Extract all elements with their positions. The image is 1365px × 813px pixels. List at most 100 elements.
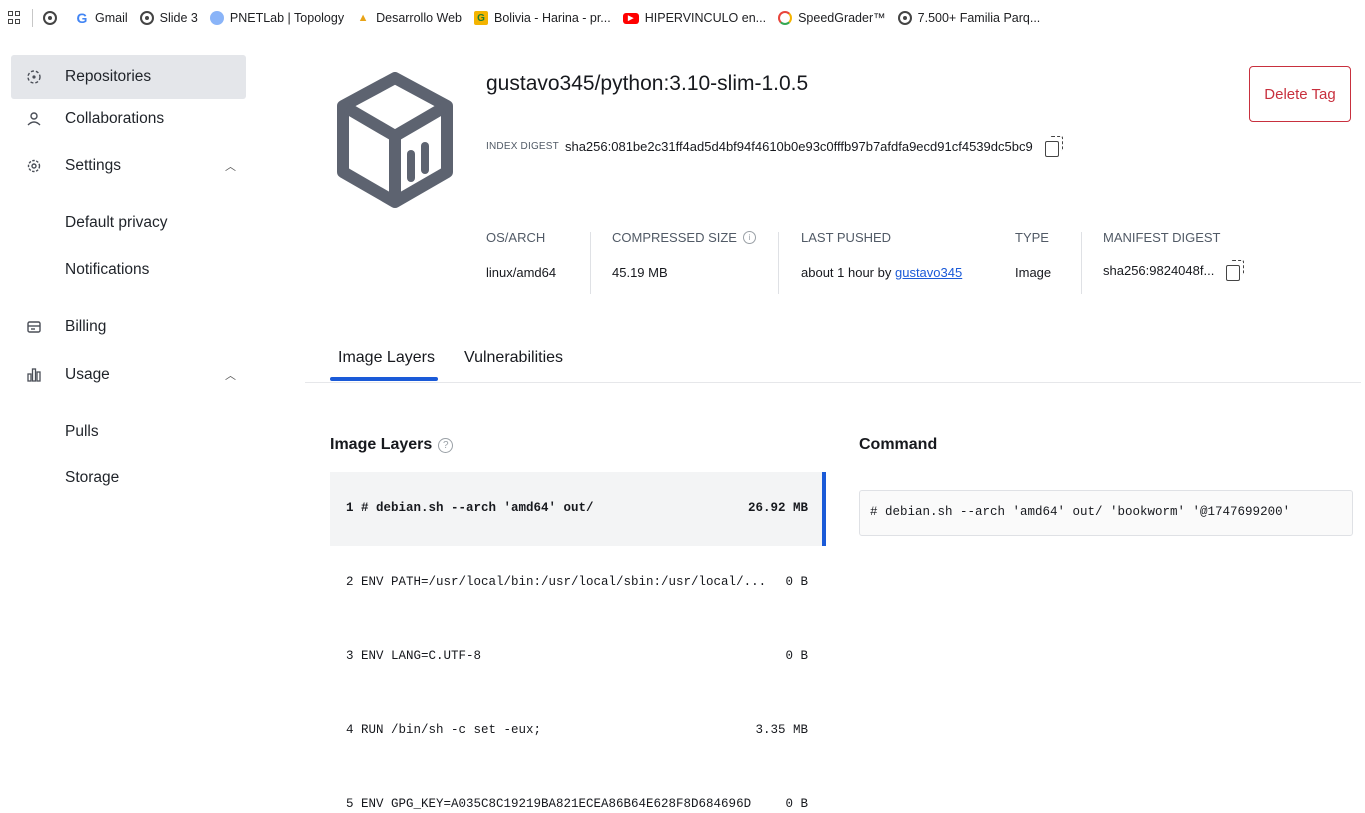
index-digest: INDEX DIGEST sha256:081be2c31ff4ad5d4bf9… — [486, 136, 1063, 157]
layer-row[interactable]: 3 ENV LANG=C.UTF-8 0 B — [330, 620, 822, 694]
layer-command: 4 RUN /bin/sh -c set -eux; — [346, 723, 542, 737]
bookmark-label: PNETLab | Topology — [229, 11, 345, 25]
youtube-icon: ▶ — [622, 12, 639, 24]
help-icon[interactable]: ? — [438, 438, 454, 453]
bookmark-label: 7.500+ Familia Parq... — [917, 11, 1041, 25]
sidebar-item-label: Billing — [65, 318, 107, 335]
os-arch-label: OS/ARCH — [486, 230, 546, 245]
selected-layer-indicator — [822, 472, 826, 546]
manifest-digest-label: MANIFEST DIGEST — [1103, 230, 1221, 245]
meta-divider — [1081, 232, 1082, 294]
pma-icon: ▲ — [357, 12, 369, 24]
tab-vulnerabilities[interactable]: Vulnerabilities — [464, 349, 563, 367]
page-title: gustavo345/python:3.10-slim-1.0.5 — [486, 72, 809, 95]
bookmark-label: Gmail — [95, 11, 128, 25]
bookmark-label: Desarrollo Web — [376, 11, 463, 25]
chevron-up-icon[interactable]: ︿ — [225, 158, 236, 174]
sidebar-item-usage[interactable]: Usage ︿ — [11, 353, 246, 397]
sidebar-item-label: Collaborations — [65, 110, 165, 127]
bookmark-bolivia[interactable]: G Bolivia - Harina - pr... — [474, 11, 611, 25]
layer-row[interactable]: 1 # debian.sh --arch 'amd64' out/ 26.92 … — [330, 472, 822, 546]
sidebar-item-label: Settings — [65, 157, 122, 174]
sidebar-item-storage[interactable]: Storage — [11, 456, 246, 500]
chevron-up-icon[interactable]: ︿ — [225, 367, 236, 383]
meta-divider — [778, 232, 779, 294]
copy-icon[interactable] — [1226, 260, 1245, 281]
index-digest-value: sha256:081be2c31ff4ad5d4bf94f4610b0e93c0… — [564, 138, 1033, 154]
last-pushed-prefix: about 1 hour by — [801, 265, 892, 280]
layer-size: 26.92 MB — [747, 501, 808, 515]
tabs-divider — [305, 382, 1361, 383]
bookmark-desarrollo-web[interactable]: ▲ Desarrollo Web — [356, 11, 462, 25]
sidebar-item-label: Default privacy — [65, 214, 168, 231]
index-digest-label: INDEX DIGEST — [486, 140, 559, 152]
bookmark-label: HIPERVINCULO en... — [644, 11, 767, 25]
bookmark-hipervinculo[interactable]: ▶ HIPERVINCULO en... — [622, 11, 767, 25]
image-cube-icon — [335, 72, 455, 212]
layer-size: 3.35 MB — [755, 723, 808, 737]
layer-command: 2 ENV PATH=/usr/local/bin:/usr/local/sbi… — [346, 575, 767, 589]
bookmarks-divider — [32, 9, 33, 27]
last-pushed-label: LAST PUSHED — [801, 230, 892, 245]
sidebar-item-label: Usage — [65, 366, 110, 383]
bookmark-globe[interactable] — [43, 11, 63, 25]
globe-icon — [43, 11, 57, 25]
sidebar-item-label: Storage — [65, 469, 120, 486]
tab-image-layers[interactable]: Image Layers — [338, 349, 435, 367]
info-icon[interactable]: i — [742, 231, 756, 244]
image-layers-heading: Image Layers? — [330, 436, 454, 454]
compressed-size-value: 45.19 MB — [612, 265, 668, 280]
bookmark-label: SpeedGrader™ — [798, 11, 886, 25]
meta-divider — [590, 232, 591, 294]
type-label: TYPE — [1015, 230, 1049, 245]
sidebar-item-label: Repositories — [65, 68, 152, 85]
sidebar-item-label: Notifications — [65, 261, 150, 278]
billing-icon — [25, 318, 43, 336]
layer-command: 5 ENV GPG_KEY=A035C8C19219BA821ECEA86B64… — [346, 797, 752, 811]
usage-icon — [25, 366, 43, 384]
sidebar-item-pulls[interactable]: Pulls — [11, 410, 246, 454]
layer-command: 3 ENV LANG=C.UTF-8 — [346, 649, 482, 663]
layer-row[interactable]: 2 ENV PATH=/usr/local/bin:/usr/local/sbi… — [330, 546, 822, 620]
sidebar-item-default-privacy[interactable]: Default privacy — [11, 201, 246, 245]
sidebar-item-label: Pulls — [65, 423, 99, 440]
pnetlab-icon — [209, 11, 224, 25]
bookmark-label: Bolivia - Harina - pr... — [494, 11, 611, 25]
type-value: Image — [1015, 265, 1052, 280]
last-pushed-user-link[interactable]: gustavo345 — [895, 265, 962, 280]
google-sheets-icon: G — [474, 11, 489, 25]
bookmark-pnetlab[interactable]: PNETLab | Topology — [209, 11, 345, 25]
manifest-digest-text: sha256:9824048f... — [1103, 262, 1215, 278]
globe-icon — [139, 11, 154, 25]
bookmark-familia[interactable]: 7.500+ Familia Parq... — [897, 11, 1041, 25]
repositories-icon — [25, 68, 43, 86]
sidebar-item-notifications[interactable]: Notifications — [11, 248, 246, 292]
manifest-digest-value: sha256:9824048f... — [1103, 260, 1245, 281]
sidebar-item-billing[interactable]: Billing — [11, 305, 246, 349]
globe-icon — [897, 11, 912, 25]
gear-icon — [25, 157, 43, 175]
command-text[interactable]: # debian.sh --arch 'amd64' out/ 'bookwor… — [859, 490, 1353, 536]
delete-tag-button[interactable]: Delete Tag — [1249, 66, 1351, 122]
copy-icon[interactable] — [1044, 136, 1063, 157]
collaborations-icon — [25, 110, 43, 128]
bookmarks-bar: G Gmail Slide 3 PNETLab | Topology ▲ Desar… — [0, 0, 1365, 36]
bookmark-gmail[interactable]: G Gmail — [75, 10, 128, 26]
layer-size: 0 B — [785, 649, 808, 663]
sidebar-item-repositories[interactable]: Repositories — [11, 55, 246, 99]
gmail-icon: G — [76, 10, 88, 26]
compressed-size-label: COMPRESSED SIZE i — [612, 230, 756, 245]
bookmark-speedgrader[interactable]: SpeedGrader™ — [778, 11, 886, 25]
sidebar-item-collaborations[interactable]: Collaborations — [11, 97, 246, 141]
last-pushed-value: about 1 hour by gustavo345 — [801, 265, 962, 280]
os-arch-value: linux/amd64 — [486, 265, 557, 280]
apps-grid-icon[interactable] — [8, 11, 22, 25]
layer-row[interactable]: 5 ENV GPG_KEY=A035C8C19219BA821ECEA86B64… — [330, 768, 822, 813]
sidebar-item-settings[interactable]: Settings ︿ — [11, 144, 246, 188]
bookmark-slide3[interactable]: Slide 3 — [139, 11, 198, 25]
layer-size: 0 B — [785, 797, 808, 811]
layer-row[interactable]: 4 RUN /bin/sh -c set -eux; 3.35 MB — [330, 694, 822, 768]
layer-size: 0 B — [785, 575, 808, 589]
layer-command: 1 # debian.sh --arch 'amd64' out/ — [346, 501, 594, 515]
bookmark-label: Slide 3 — [159, 11, 198, 25]
